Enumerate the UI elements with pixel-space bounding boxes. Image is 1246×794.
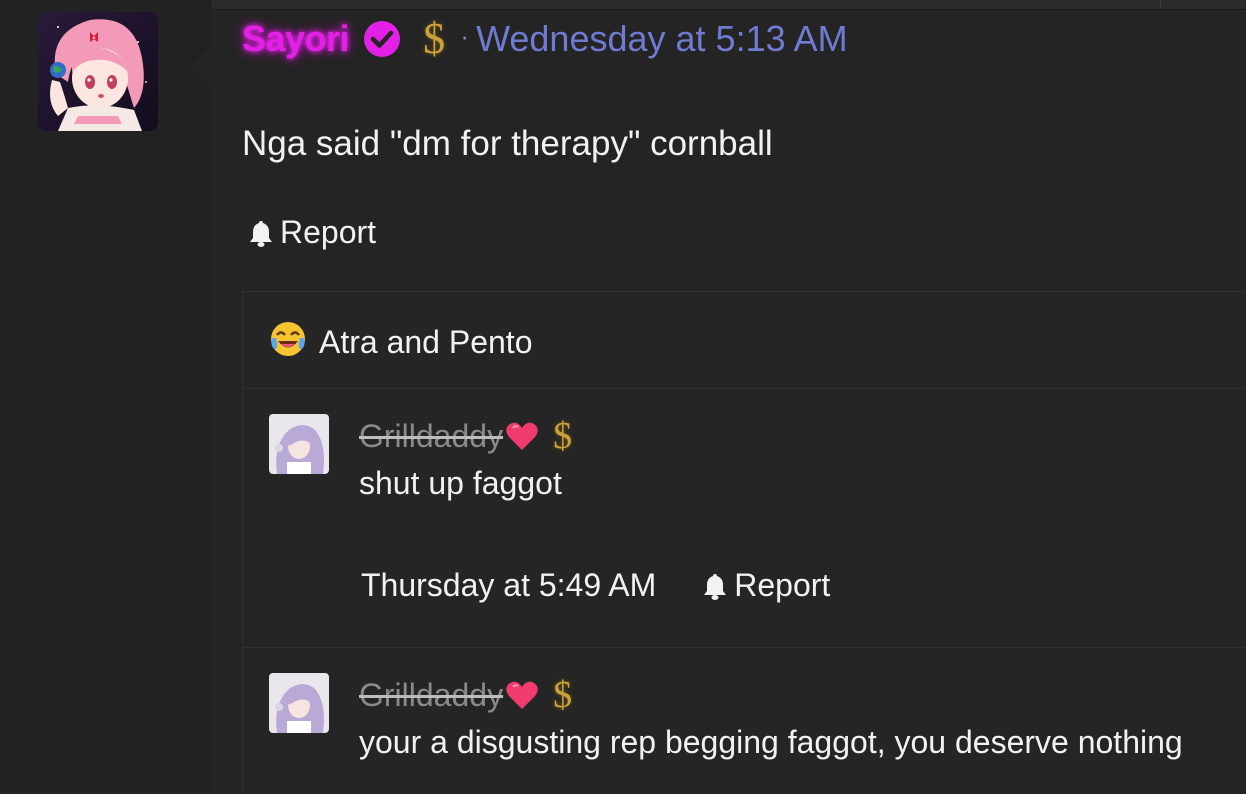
header-separator: · bbox=[461, 26, 469, 52]
comment-username[interactable]: Grilldaddy bbox=[359, 677, 503, 714]
post-header: Sayori $ · Wednesday at 5:13 AM bbox=[242, 14, 848, 64]
bell-icon bbox=[250, 220, 272, 247]
post-report-label: Report bbox=[280, 214, 377, 250]
comment: Grilldaddy $ your a disgusting rep beggi… bbox=[243, 648, 1246, 794]
comment-section: Atra and Pento Grilldaddy $ shut up fagg… bbox=[242, 291, 1246, 794]
reaction-bar[interactable]: Atra and Pento bbox=[243, 292, 1246, 389]
speech-arrow-inner bbox=[189, 44, 212, 88]
crying-laughing-emoji-icon bbox=[271, 322, 305, 356]
comment-text: your a disgusting rep begging faggot, yo… bbox=[359, 724, 1183, 760]
reaction-users[interactable]: Atra and Pento bbox=[319, 324, 532, 361]
comment-report-label: Report bbox=[734, 567, 831, 603]
comment-header: Grilldaddy $ bbox=[359, 417, 572, 455]
comment-avatar[interactable] bbox=[269, 414, 329, 474]
bell-icon bbox=[704, 573, 727, 600]
comment-footer: Thursday at 5:49 AM Report bbox=[361, 567, 830, 604]
post-message: Nga said "dm for therapy" cornball bbox=[242, 124, 773, 163]
heart-icon bbox=[506, 681, 538, 709]
comment-timestamp[interactable]: Thursday at 5:49 AM bbox=[361, 567, 656, 604]
comment-avatar[interactable] bbox=[269, 673, 329, 733]
verified-badge-icon bbox=[364, 21, 401, 57]
comment-report-button[interactable]: Report bbox=[702, 567, 830, 604]
post-username[interactable]: Sayori bbox=[242, 18, 350, 60]
post-timestamp[interactable]: Wednesday at 5:13 AM bbox=[476, 18, 848, 60]
post-author-avatar[interactable] bbox=[38, 12, 158, 131]
comment: Grilldaddy $ shut up faggot Thursday at … bbox=[243, 389, 1246, 648]
comment-username[interactable]: Grilldaddy bbox=[359, 418, 503, 455]
post-report-button[interactable]: Report bbox=[248, 214, 376, 251]
dollar-badge-icon: $ bbox=[423, 14, 446, 63]
dollar-badge-icon: $ bbox=[553, 674, 573, 716]
heart-icon bbox=[506, 422, 538, 450]
top-bar-segment bbox=[1160, 0, 1246, 9]
comment-text: shut up faggot bbox=[359, 465, 562, 501]
comment-header: Grilldaddy $ bbox=[359, 676, 572, 714]
dollar-badge-icon: $ bbox=[553, 415, 573, 457]
